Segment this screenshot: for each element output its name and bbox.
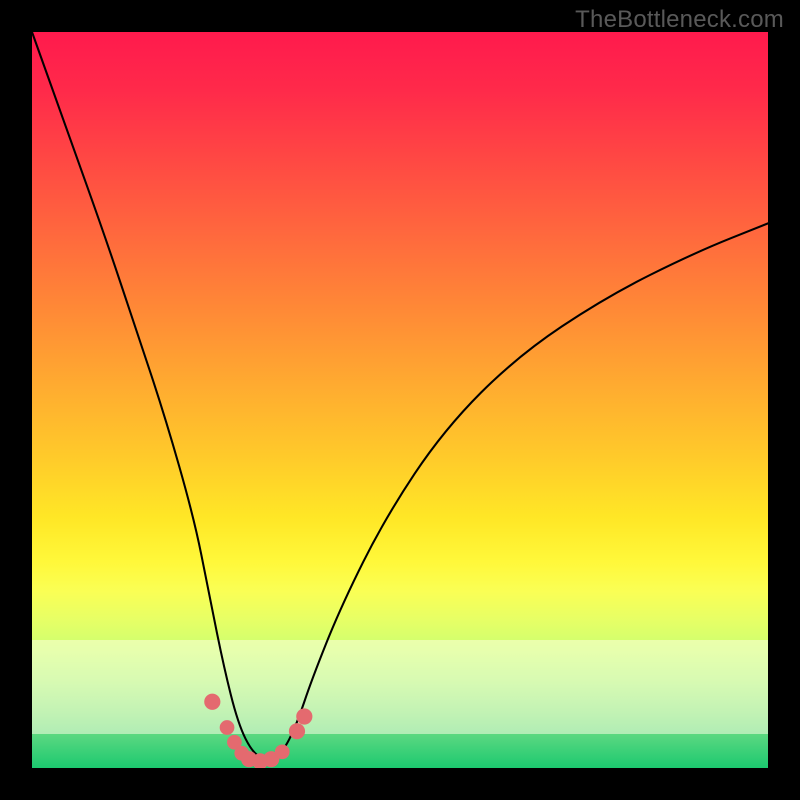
- curve-marker: [275, 744, 290, 759]
- curve-marker: [296, 708, 312, 724]
- curve-markers: [204, 694, 312, 768]
- curve-marker: [263, 751, 279, 767]
- watermark-text: TheBottleneck.com: [575, 6, 784, 34]
- curve-marker: [241, 751, 257, 767]
- curve-marker: [252, 753, 268, 768]
- plot-area: [32, 32, 768, 768]
- curve-marker: [234, 746, 249, 761]
- curve-marker: [220, 720, 235, 735]
- curve-layer: [32, 32, 768, 768]
- bottleneck-curve: [32, 32, 768, 759]
- curve-marker: [204, 694, 220, 710]
- curve-marker: [289, 723, 305, 739]
- highlight-band: [32, 640, 768, 734]
- chart-frame: TheBottleneck.com: [0, 0, 800, 800]
- curve-marker: [227, 735, 242, 750]
